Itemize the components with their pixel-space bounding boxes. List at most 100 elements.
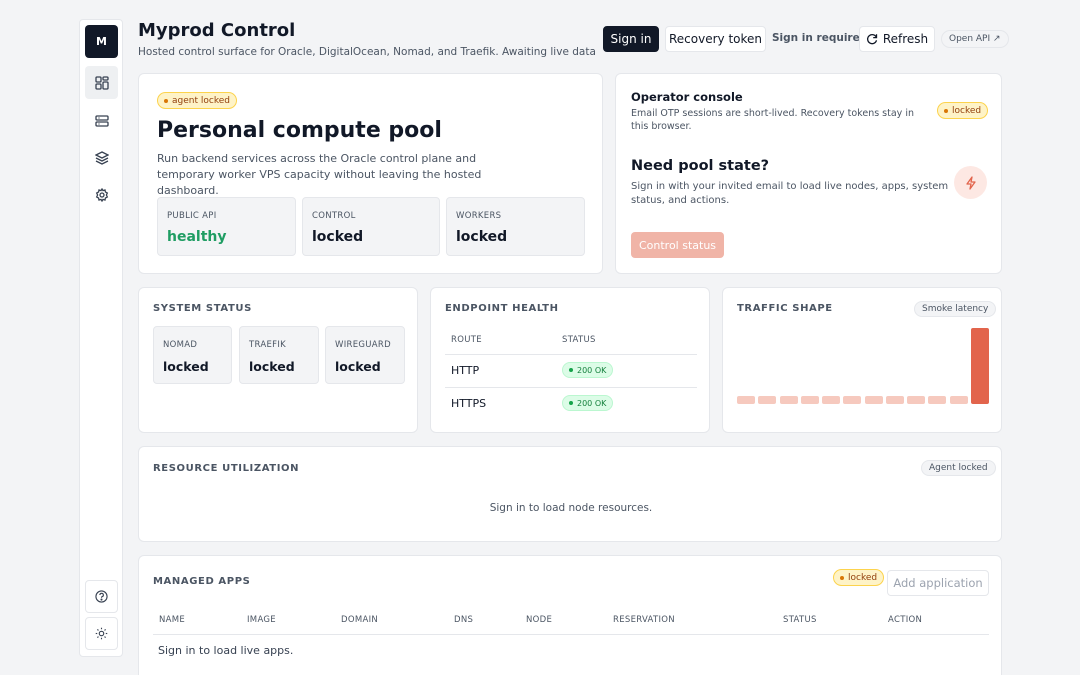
column-header-status: STATUS: [562, 335, 596, 345]
stat-label: CONTROL: [312, 211, 356, 221]
stat-label: PUBLIC API: [167, 211, 217, 221]
section-title: TRAFFIC SHAPE: [737, 303, 833, 314]
sign-in-button[interactable]: Sign in: [603, 26, 659, 52]
traffic-bar: [779, 396, 798, 404]
status-dot: [164, 98, 168, 103]
status-traefik: TRAEFIK locked: [239, 326, 319, 384]
stat-value: locked: [335, 359, 381, 374]
stat-value: healthy: [167, 229, 227, 245]
column-header-route: ROUTE: [451, 335, 482, 345]
traffic-chart: [737, 328, 989, 404]
hero-card: agent locked Personal compute pool Run b…: [138, 73, 603, 274]
apps-card: MANAGED APPS locked Add application NAME…: [138, 555, 1002, 675]
refresh-button[interactable]: Refresh: [859, 26, 935, 52]
traffic-card: TRAFFIC SHAPE Smoke latency: [722, 287, 1002, 433]
sign-in-required-label: Sign in required: [772, 32, 868, 44]
lightning-icon: [965, 175, 976, 190]
stat-value: locked: [249, 359, 295, 374]
traffic-bar: [737, 396, 756, 404]
help-icon: [95, 590, 108, 603]
system-status-card: SYSTEM STATUS NOMAD locked TRAEFIK locke…: [138, 287, 418, 433]
traffic-bar: [800, 396, 819, 404]
stat-workers: WORKERS locked: [446, 197, 585, 256]
nav-dashboard[interactable]: [85, 66, 118, 99]
add-application-button[interactable]: Add application: [887, 570, 989, 596]
traffic-bar: [907, 396, 926, 404]
smoke-latency-badge: Smoke latency: [914, 301, 997, 317]
traffic-bar: [885, 396, 904, 404]
section-title: RESOURCE UTILIZATION: [153, 463, 300, 474]
operator-card: Operator console Email OTP sessions are …: [615, 73, 1002, 274]
stat-label: NOMAD: [163, 340, 198, 350]
hero-description: Run backend services across the Oracle c…: [157, 152, 482, 197]
operator-description: Email OTP sessions are short-lived. Reco…: [631, 108, 914, 132]
section-title: MANAGED APPS: [153, 576, 251, 587]
sun-icon: [95, 627, 108, 640]
nav-settings[interactable]: [85, 178, 118, 211]
traffic-bar: [822, 396, 841, 404]
traffic-bar: [758, 396, 777, 404]
column-header-status: STATUS: [783, 615, 817, 625]
stat-label: WORKERS: [456, 211, 502, 221]
stat-public-api: PUBLIC API healthy: [157, 197, 296, 256]
open-api-link[interactable]: Open API ↗: [941, 30, 1009, 48]
column-header-dns: DNS: [454, 615, 474, 625]
status-wireguard: WIREGUARD locked: [325, 326, 405, 384]
resource-empty-state: Sign in to load node resources.: [489, 502, 653, 514]
stat-label: TRAEFIK: [249, 340, 287, 350]
traffic-bar: [949, 396, 968, 404]
hero-title: Personal compute pool: [157, 118, 442, 143]
status-badge: 200 OK: [562, 395, 614, 411]
resource-card: RESOURCE UTILIZATION Agent locked Sign i…: [138, 446, 1002, 542]
column-header-reservation: RESERVATION: [613, 615, 675, 625]
gear-icon: [95, 187, 108, 202]
stat-value: locked: [163, 359, 209, 374]
agent-locked-badge: Agent locked: [921, 460, 996, 476]
control-status-button[interactable]: Control status: [631, 232, 724, 258]
bolt-badge: [954, 166, 987, 199]
page-subtitle: Hosted control surface for Oracle, Digit…: [138, 46, 596, 58]
stat-value: locked: [312, 229, 364, 245]
help-button[interactable]: [85, 580, 118, 613]
section-title: SYSTEM STATUS: [153, 303, 252, 314]
stat-control: CONTROL locked: [302, 197, 440, 256]
apps-empty-state: Sign in to load live apps.: [158, 644, 294, 657]
status-dot: [840, 575, 844, 580]
recovery-token-button[interactable]: Recovery token: [665, 26, 766, 52]
cta-description: Sign in with your invited email to load …: [631, 181, 949, 206]
divider: [445, 387, 697, 388]
dashboard-icon: [94, 75, 109, 90]
refresh-icon: [866, 34, 877, 45]
logo[interactable]: M: [85, 25, 118, 58]
operator-title: Operator console: [631, 90, 743, 104]
traffic-bar: [843, 396, 862, 404]
layers-icon: [94, 150, 109, 165]
status-dot: [944, 108, 948, 113]
nav-servers[interactable]: [85, 104, 118, 137]
agent-locked-badge: agent locked: [157, 92, 237, 109]
refresh-label: Refresh: [882, 32, 929, 46]
divider: [445, 354, 697, 355]
endpoint-health-card: ENDPOINT HEALTH ROUTE STATUS HTTP 200 OK…: [430, 287, 710, 433]
sidebar: M: [79, 19, 123, 657]
section-title: ENDPOINT HEALTH: [445, 303, 559, 314]
route-cell: HTTPS: [451, 397, 487, 410]
status-badge: 200 OK: [562, 362, 614, 378]
traffic-bar: [928, 396, 947, 404]
nav-layers[interactable]: [85, 141, 118, 174]
theme-toggle[interactable]: [85, 617, 118, 650]
column-header-image: IMAGE: [247, 615, 276, 625]
route-cell: HTTP: [451, 364, 480, 377]
servers-icon: [94, 114, 109, 127]
divider: [153, 634, 989, 635]
column-header-domain: DOMAIN: [341, 615, 379, 625]
column-header-action: ACTION: [888, 615, 923, 625]
stat-value: locked: [456, 229, 508, 245]
cta-title: Need pool state?: [631, 158, 770, 174]
traffic-bar: [970, 328, 989, 404]
traffic-bar: [864, 396, 883, 404]
page-title: Myprod Control: [138, 20, 296, 41]
stat-label: WIREGUARD: [335, 340, 391, 350]
operator-locked-badge: locked: [937, 102, 989, 119]
status-nomad: NOMAD locked: [153, 326, 232, 384]
